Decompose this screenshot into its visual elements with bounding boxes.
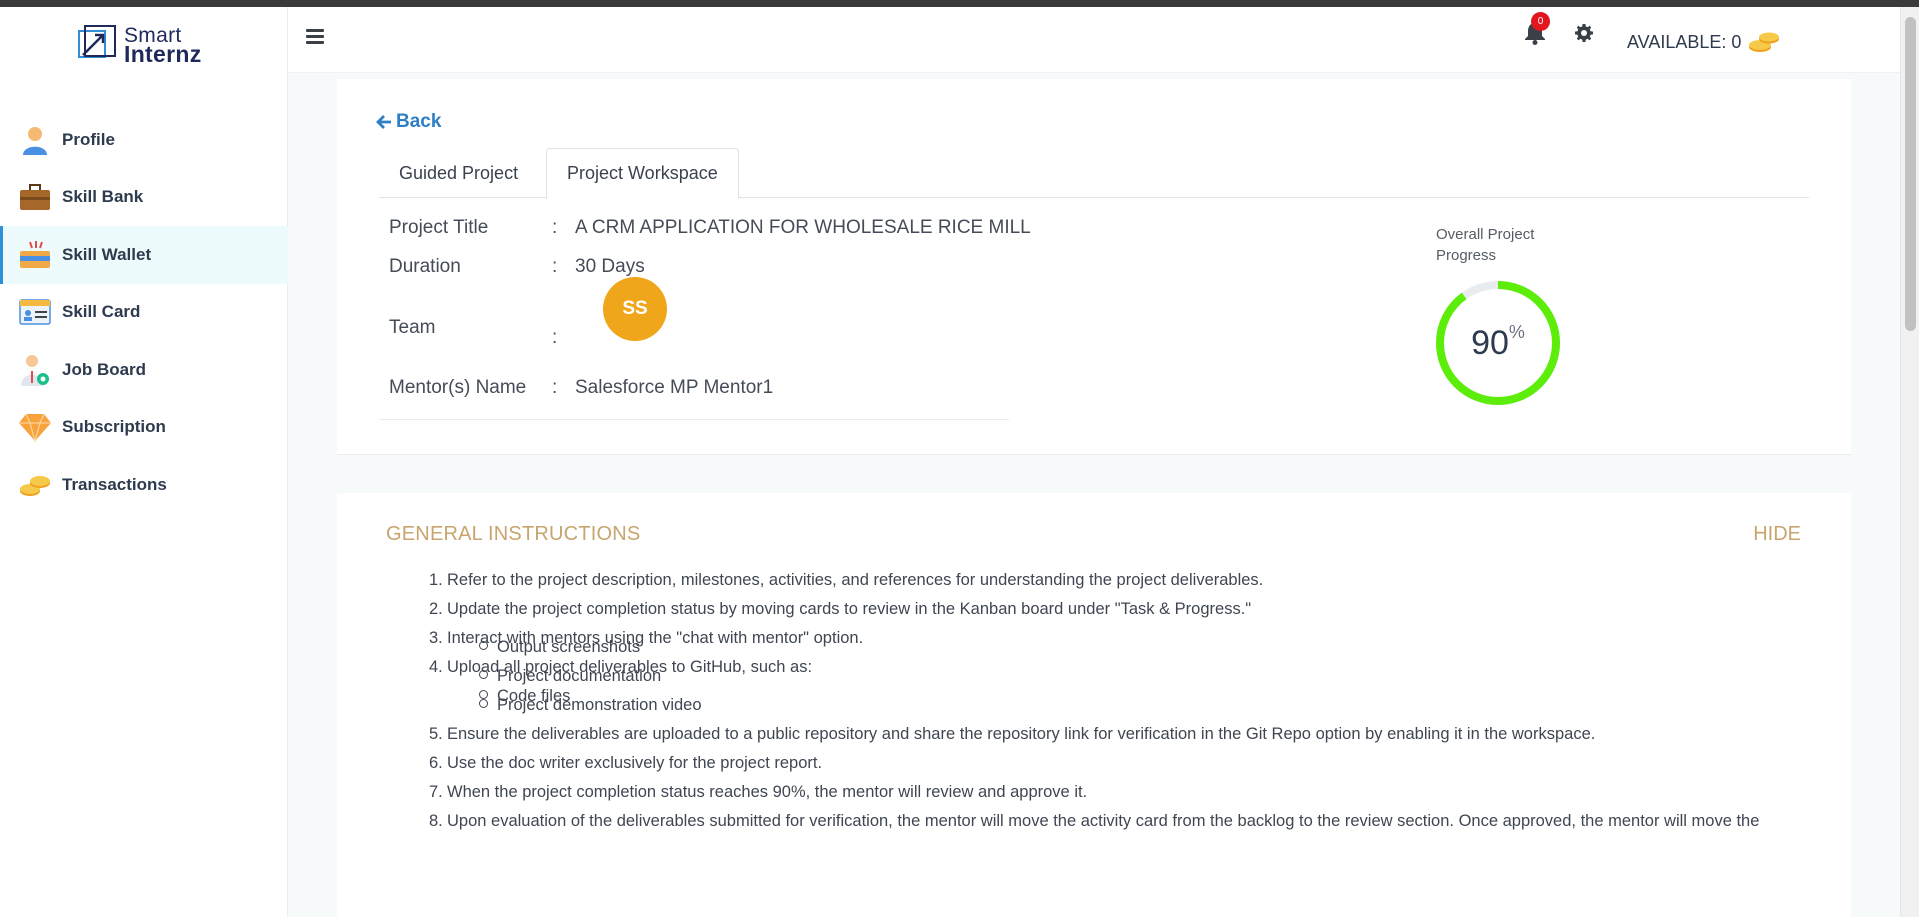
id-card-icon: [18, 295, 52, 329]
hide-instructions-button[interactable]: HIDE: [1753, 523, 1801, 546]
hamburger-menu-icon[interactable]: [306, 29, 324, 45]
team-label: Team: [389, 317, 436, 338]
instruction-item: 6. Use the doc writer exclusively for the…: [429, 754, 823, 772]
brand-logo[interactable]: Smart Internz: [76, 24, 202, 66]
back-link[interactable]: Back: [376, 111, 441, 133]
brand-name-line2: Internz: [124, 41, 202, 67]
instruction-sub-item: Project demonstration video: [479, 691, 1809, 720]
instruction-item: 2. Update the project completion status b…: [429, 600, 1252, 618]
instruction-item: 1. Refer to the project description, mile…: [429, 571, 1264, 589]
instruction-item: 5. Ensure the deliverables are uploaded t…: [429, 725, 1596, 743]
instructions-continued: Output screenshots Project documentation…: [429, 633, 1809, 836]
workspace-tabs: Guided Project Project Workspace: [379, 148, 1809, 199]
sidebar-item-subscription[interactable]: Subscription: [0, 399, 288, 457]
sidebar-item-profile[interactable]: Profile: [0, 111, 288, 169]
available-coins: AVAILABLE: 0: [1627, 29, 1781, 55]
team-member-avatar[interactable]: SS: [603, 277, 667, 341]
overall-progress-label: Overall Project Progress: [1436, 226, 1535, 264]
top-header: AVAILABLE: 0: [288, 7, 1900, 73]
scrollbar-thumb[interactable]: [1905, 17, 1916, 331]
arrow-left-icon: [376, 115, 391, 129]
settings-gear-icon[interactable]: [1574, 23, 1594, 43]
coins-icon: [18, 468, 52, 502]
project-workspace-card: Back Guided Project Project Workspace Pr…: [337, 79, 1851, 455]
sidebar-item-job-board[interactable]: Job Board: [0, 341, 288, 399]
browser-top-strip: [0, 0, 1919, 7]
duration-label: Duration: [389, 256, 461, 277]
sidebar-item-transactions[interactable]: Transactions: [0, 456, 288, 514]
coins-icon: [1749, 32, 1780, 52]
logo-icon: [78, 25, 116, 58]
job-board-icon: [18, 353, 52, 387]
briefcase-icon: [18, 180, 52, 214]
instruction-sub-item: Output screenshots: [479, 633, 1809, 662]
notification-count-badge: 0: [1531, 12, 1550, 31]
tab-project-workspace[interactable]: Project Workspace: [546, 148, 739, 199]
tab-guided-project[interactable]: Guided Project: [379, 148, 538, 199]
mentor-label: Mentor(s) Name: [389, 377, 527, 398]
sidebar-item-skill-bank[interactable]: Skill Bank: [0, 169, 288, 227]
profile-icon: [18, 123, 52, 157]
project-info: Project Title : A CRM APPLICATION FOR WH…: [379, 203, 1031, 420]
duration-value: 30 Days: [575, 256, 645, 277]
sidebar-item-skill-wallet[interactable]: Skill Wallet: [0, 226, 288, 284]
project-title-label: Project Title: [389, 217, 489, 238]
available-label: AVAILABLE: 0: [1627, 31, 1742, 52]
sidebar-nav: Profile Skill Bank Skill Wallet Skill Ca…: [0, 111, 288, 514]
progress-value: 90%: [1471, 322, 1525, 362]
project-title-value: A CRM APPLICATION FOR WHOLESALE RICE MIL…: [575, 217, 1031, 238]
general-instructions-title: GENERAL INSTRUCTIONS: [386, 523, 641, 545]
main-content: Back Guided Project Project Workspace Pr…: [288, 73, 1900, 917]
diamond-icon: [18, 410, 52, 444]
instruction-item: 8. Upon evaluation of the deliverables su…: [429, 812, 1760, 830]
mentor-value: Salesforce MP Mentor1: [575, 377, 774, 398]
wallet-icon: [18, 238, 52, 272]
instruction-item: 7. When the project completion status rea…: [429, 783, 1088, 801]
sidebar-item-skill-card[interactable]: Skill Card: [0, 284, 288, 342]
sidebar: Smart Internz Profile Skill Bank Skill W…: [0, 7, 288, 917]
page-scrollbar[interactable]: [1900, 7, 1919, 917]
instruction-sub-item: Project documentation: [479, 662, 1809, 691]
